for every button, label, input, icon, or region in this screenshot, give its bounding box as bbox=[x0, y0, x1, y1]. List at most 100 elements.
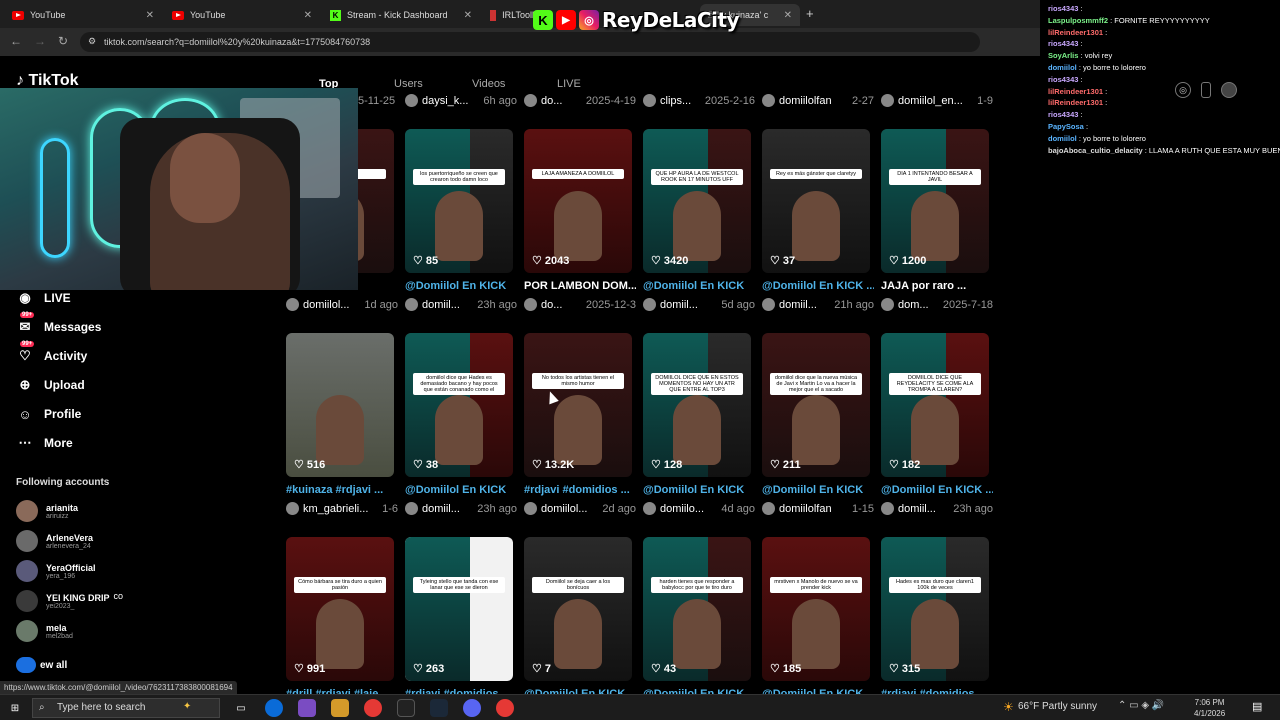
video-card[interactable]: DIA 1 INTENTANDO BESAR A JAVIL ♡ 1200 bbox=[881, 129, 989, 273]
sidebar-item-upload[interactable]: ⊕ Upload bbox=[16, 376, 85, 394]
video-meta[interactable]: domiil... 23h ago bbox=[405, 298, 517, 311]
browser-tab-youtube-2[interactable]: YouTube ✕ bbox=[164, 4, 320, 26]
video-meta[interactable]: domiil... 23h ago bbox=[881, 502, 993, 515]
video-title[interactable]: #rdjavi #domidios ... bbox=[524, 484, 636, 496]
video-meta[interactable]: domiilolfan 1-15 bbox=[762, 502, 874, 515]
app-icon[interactable] bbox=[298, 699, 316, 717]
video-title[interactable]: @Domiilol En KICK ... bbox=[762, 280, 874, 292]
video-card[interactable]: DOMIILOL DICE QUE EN ESTOS MOMENTOS NO H… bbox=[643, 333, 751, 477]
reload-icon[interactable]: ↻ bbox=[58, 34, 68, 48]
video-meta[interactable]: daysi_k... 6h ago bbox=[405, 94, 517, 107]
close-icon[interactable]: ✕ bbox=[464, 10, 472, 21]
sidebar-item-profile[interactable]: ☺ Profile bbox=[16, 405, 81, 423]
view-all-link[interactable]: ew all bbox=[16, 657, 67, 673]
close-icon[interactable]: ✕ bbox=[304, 10, 312, 21]
forward-icon[interactable]: → bbox=[34, 34, 46, 48]
video-meta[interactable]: domiilol... 2d ago bbox=[524, 502, 636, 515]
video-card[interactable]: DOMIILOL DICE QUE REYDELACITY SE COME AL… bbox=[881, 333, 989, 477]
video-meta[interactable]: clips... 2025-2-16 bbox=[643, 94, 755, 107]
video-card[interactable]: Cómo bárbara se tira duro a quien pasión… bbox=[286, 537, 394, 681]
following-account[interactable]: arianita ariruizz bbox=[16, 499, 78, 523]
following-account[interactable]: ArleneVera arlenevera_24 bbox=[16, 529, 93, 553]
video-meta[interactable]: domiil... 21h ago bbox=[762, 298, 874, 311]
video-meta[interactable]: domiilol_en... 1-9 bbox=[881, 94, 993, 107]
notification-badge: 99+ bbox=[20, 341, 35, 347]
discord-icon[interactable] bbox=[463, 699, 481, 717]
video-card[interactable]: Hades es mas duro que claren1 100k de ve… bbox=[881, 537, 989, 681]
sidebar-item-live[interactable]: ◉ LIVE bbox=[16, 289, 70, 307]
taskbar-search[interactable]: ⌕ Type here to search ✦ bbox=[32, 698, 220, 718]
video-card[interactable]: harden tienes que responder a babylocc p… bbox=[643, 537, 751, 681]
video-card[interactable]: Rey es más gánster que claretyy ♡ 37 bbox=[762, 129, 870, 273]
video-title[interactable]: @Domiilol En KICK ... bbox=[881, 484, 993, 496]
file-explorer-icon[interactable] bbox=[331, 699, 349, 717]
video-date: 23h ago bbox=[477, 298, 517, 311]
following-account[interactable]: YeraOfficial yera_196 bbox=[16, 559, 96, 583]
avatar[interactable] bbox=[1221, 82, 1237, 98]
tab-videos[interactable]: Videos bbox=[472, 78, 505, 90]
video-card[interactable]: los puertorriqueño se creen que crearon … bbox=[405, 129, 513, 273]
close-icon[interactable]: ✕ bbox=[146, 10, 154, 21]
video-meta[interactable]: do... 2025-12-3 bbox=[524, 298, 636, 311]
video-card[interactable]: Domiilol se deja caer a los bonícuos ♡ 7 bbox=[524, 537, 632, 681]
sidebar-item-more[interactable]: ⋯ More bbox=[16, 434, 73, 452]
close-icon[interactable]: ✕ bbox=[784, 10, 792, 21]
video-meta[interactable]: do... 2025-4-19 bbox=[524, 94, 636, 107]
chat-message: PapySosa : bbox=[1048, 121, 1088, 133]
steam-icon[interactable] bbox=[430, 699, 448, 717]
tab-live[interactable]: LIVE bbox=[557, 78, 581, 90]
browser-tab-kick[interactable]: K Stream - Kick Dashboard ✕ bbox=[322, 4, 480, 26]
video-title[interactable]: @Domiilol En KICK bbox=[405, 280, 517, 292]
weather-text[interactable]: 66°F Partly sunny bbox=[1018, 701, 1097, 712]
video-meta[interactable]: domiilo... 4d ago bbox=[643, 502, 755, 515]
video-meta[interactable]: dom... 2025-7-18 bbox=[881, 298, 993, 311]
video-card[interactable]: mrstiven x Manolo de nuevo se va prender… bbox=[762, 537, 870, 681]
video-card[interactable]: No todos los artistas tienen el mismo hu… bbox=[524, 333, 632, 477]
notifications-icon[interactable]: ▤ bbox=[1252, 700, 1262, 713]
video-card[interactable]: domiilol dice que la nueva música de Jav… bbox=[762, 333, 870, 477]
account-text: arianita ariruizz bbox=[46, 503, 78, 520]
sidebar-item-activity[interactable]: ♡ 99+ Activity bbox=[16, 341, 87, 365]
url-field[interactable]: ⚙ tiktok.com/search?q=domiilol%20y%20kui… bbox=[80, 32, 980, 52]
obs-icon[interactable] bbox=[397, 699, 415, 717]
avatar bbox=[643, 94, 656, 107]
chrome-icon[interactable] bbox=[496, 699, 514, 717]
date-fragment: 5-11-25 bbox=[358, 95, 396, 107]
video-card[interactable]: Tyleing stello que tanda con ese lanar q… bbox=[405, 537, 513, 681]
site-info-icon[interactable]: ⚙ bbox=[88, 36, 96, 47]
video-meta[interactable]: domiilol... 1d ago bbox=[286, 298, 398, 311]
edge-icon[interactable] bbox=[265, 699, 283, 717]
video-title[interactable]: @Domiilol En KICK bbox=[405, 484, 517, 496]
video-card[interactable]: QUE HP AURA LA DE WESTCOL ROOK EN 17 MIN… bbox=[643, 129, 751, 273]
video-meta[interactable]: domiilolfan 2-27 bbox=[762, 94, 874, 107]
video-caption-overlay: DIA 1 INTENTANDO BESAR A JAVIL bbox=[889, 169, 981, 185]
sidebar-item-messages[interactable]: ✉ 99+ Messages bbox=[16, 312, 101, 336]
new-tab-icon[interactable]: + bbox=[806, 6, 814, 21]
following-account[interactable]: YEI KING DRIP yei2023_ co bbox=[16, 589, 123, 613]
video-title[interactable]: JAJA por raro ... bbox=[881, 280, 993, 292]
clock[interactable]: 7:06 PM 4/1/2026 bbox=[1194, 697, 1225, 719]
video-meta[interactable]: domiil... 23h ago bbox=[405, 502, 517, 515]
chrome-icon[interactable] bbox=[364, 699, 382, 717]
tab-users[interactable]: Users bbox=[394, 78, 423, 90]
video-meta[interactable]: domiil... 5d ago bbox=[643, 298, 755, 311]
task-view-icon[interactable]: ▭ bbox=[232, 699, 250, 717]
video-title[interactable]: @Domiilol En KICK bbox=[643, 484, 755, 496]
device-icon[interactable] bbox=[1201, 82, 1211, 98]
tray-icons[interactable]: ⌃ ▭ ◈ 🔊 bbox=[1118, 700, 1164, 711]
video-subject bbox=[316, 395, 364, 465]
video-title[interactable]: @Domiilol En KICK bbox=[762, 484, 874, 496]
video-title[interactable]: POR LAMBON DOM... bbox=[524, 280, 636, 292]
video-title[interactable]: #kuinaza #rdjavi ... bbox=[286, 484, 398, 496]
compass-icon[interactable]: ◎ bbox=[1175, 82, 1191, 98]
video-title[interactable]: @Domiilol En KICK bbox=[643, 280, 755, 292]
video-card[interactable]: domiilol dice que Hades es demasiado bac… bbox=[405, 333, 513, 477]
video-meta[interactable]: km_gabrieli... 1-6 bbox=[286, 502, 398, 515]
video-card[interactable]: ♡ 516 bbox=[286, 333, 394, 477]
heart-icon: ♡ bbox=[532, 459, 542, 471]
windows-start-icon[interactable]: ⊞ bbox=[6, 699, 24, 717]
back-icon[interactable]: ← bbox=[10, 34, 22, 48]
video-card[interactable]: LAJA AMANEZA A DOMIILOL ♡ 2043 bbox=[524, 129, 632, 273]
following-account[interactable]: mela mel2bad bbox=[16, 619, 73, 643]
browser-tab-youtube-1[interactable]: YouTube ✕ bbox=[4, 4, 162, 26]
